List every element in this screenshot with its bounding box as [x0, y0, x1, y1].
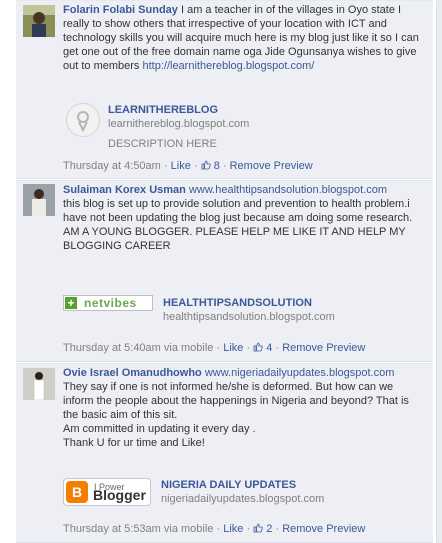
netvibes-badge: + netvibes [63, 295, 153, 311]
comment-author[interactable]: Ovie Israel Omanudhowho [63, 367, 202, 379]
blogger-badge: B I Power Blogger [63, 478, 151, 506]
preview-title[interactable]: LEARNITHEREBLOG [108, 103, 218, 117]
thumbs-up-icon [201, 160, 211, 170]
comment-feed: Folarin Folabi Sunday I am a teacher in … [0, 0, 442, 543]
link-preview[interactable]: + netvibes HEALTHTIPSANDSOLUTION healtht… [63, 295, 427, 343]
comment-text: They say if one is not informed he/she i… [63, 381, 409, 449]
comment: Ovie Israel Omanudhowho www.nigeriadaily… [16, 363, 433, 543]
comment-meta: Thursday at 5:40am via mobile · Like · 4… [63, 342, 366, 354]
like-link[interactable]: Like [171, 160, 191, 172]
avatar[interactable] [23, 368, 55, 400]
thumbs-up-icon [253, 342, 263, 352]
link-preview[interactable]: B I Power Blogger NIGERIA DAILY UPDATES … [63, 476, 427, 524]
preview-url: nigeriadailyupdates.blogspot.com [161, 493, 325, 505]
preview-title[interactable]: NIGERIA DAILY UPDATES [161, 478, 296, 492]
comment-text: this blog is set up to provide solution … [63, 198, 413, 252]
remove-preview-link[interactable]: Remove Preview [282, 342, 365, 354]
blogger-logo-icon: B [66, 481, 88, 503]
scrollbar[interactable] [436, 0, 442, 543]
comment-link[interactable]: www.nigeriadailyupdates.blogspot.com [205, 367, 395, 379]
comment-author[interactable]: Folarin Folabi Sunday [63, 4, 178, 16]
link-thumbnail-icon [66, 103, 100, 137]
comment-timestamp: Thursday at 5:40am via mobile [63, 342, 214, 354]
like-link[interactable]: Like [223, 523, 243, 535]
preview-title[interactable]: HEALTHTIPSANDSOLUTION [163, 296, 312, 310]
comment: Sulaiman Korex Usman www.healthtipsandso… [16, 180, 433, 362]
comment-timestamp: Thursday at 4:50am [63, 160, 161, 172]
comment-author[interactable]: Sulaiman Korex Usman [63, 184, 186, 196]
remove-preview-link[interactable]: Remove Preview [282, 523, 365, 535]
preview-url: learnithereblog.blogspot.com [108, 118, 250, 130]
preview-description: DESCRIPTION HERE [108, 138, 217, 150]
avatar[interactable] [23, 5, 55, 37]
comment-link[interactable]: www.healthtipsandsolution.blogspot.com [189, 184, 387, 196]
comment-link[interactable]: http://learnithereblog.blogspot.com/ [142, 60, 314, 72]
like-count[interactable]: 2 [253, 523, 275, 535]
link-preview[interactable]: LEARNITHEREBLOG learnithereblog.blogspot… [63, 97, 427, 150]
like-link[interactable]: Like [223, 342, 243, 354]
remove-preview-link[interactable]: Remove Preview [230, 160, 313, 172]
plus-icon: + [65, 297, 77, 309]
like-count[interactable]: 4 [253, 342, 275, 354]
comment-meta: Thursday at 5:53am via mobile · Like · 2… [63, 523, 366, 535]
like-count[interactable]: 8 [201, 160, 223, 172]
preview-url: healthtipsandsolution.blogspot.com [163, 311, 335, 323]
comment-timestamp: Thursday at 5:53am via mobile [63, 523, 214, 535]
avatar[interactable] [23, 184, 55, 216]
thumbs-up-icon [253, 523, 263, 533]
comment: Folarin Folabi Sunday I am a teacher in … [16, 0, 433, 179]
comment-meta: Thursday at 4:50am · Like · 8 · Remove P… [63, 160, 313, 172]
